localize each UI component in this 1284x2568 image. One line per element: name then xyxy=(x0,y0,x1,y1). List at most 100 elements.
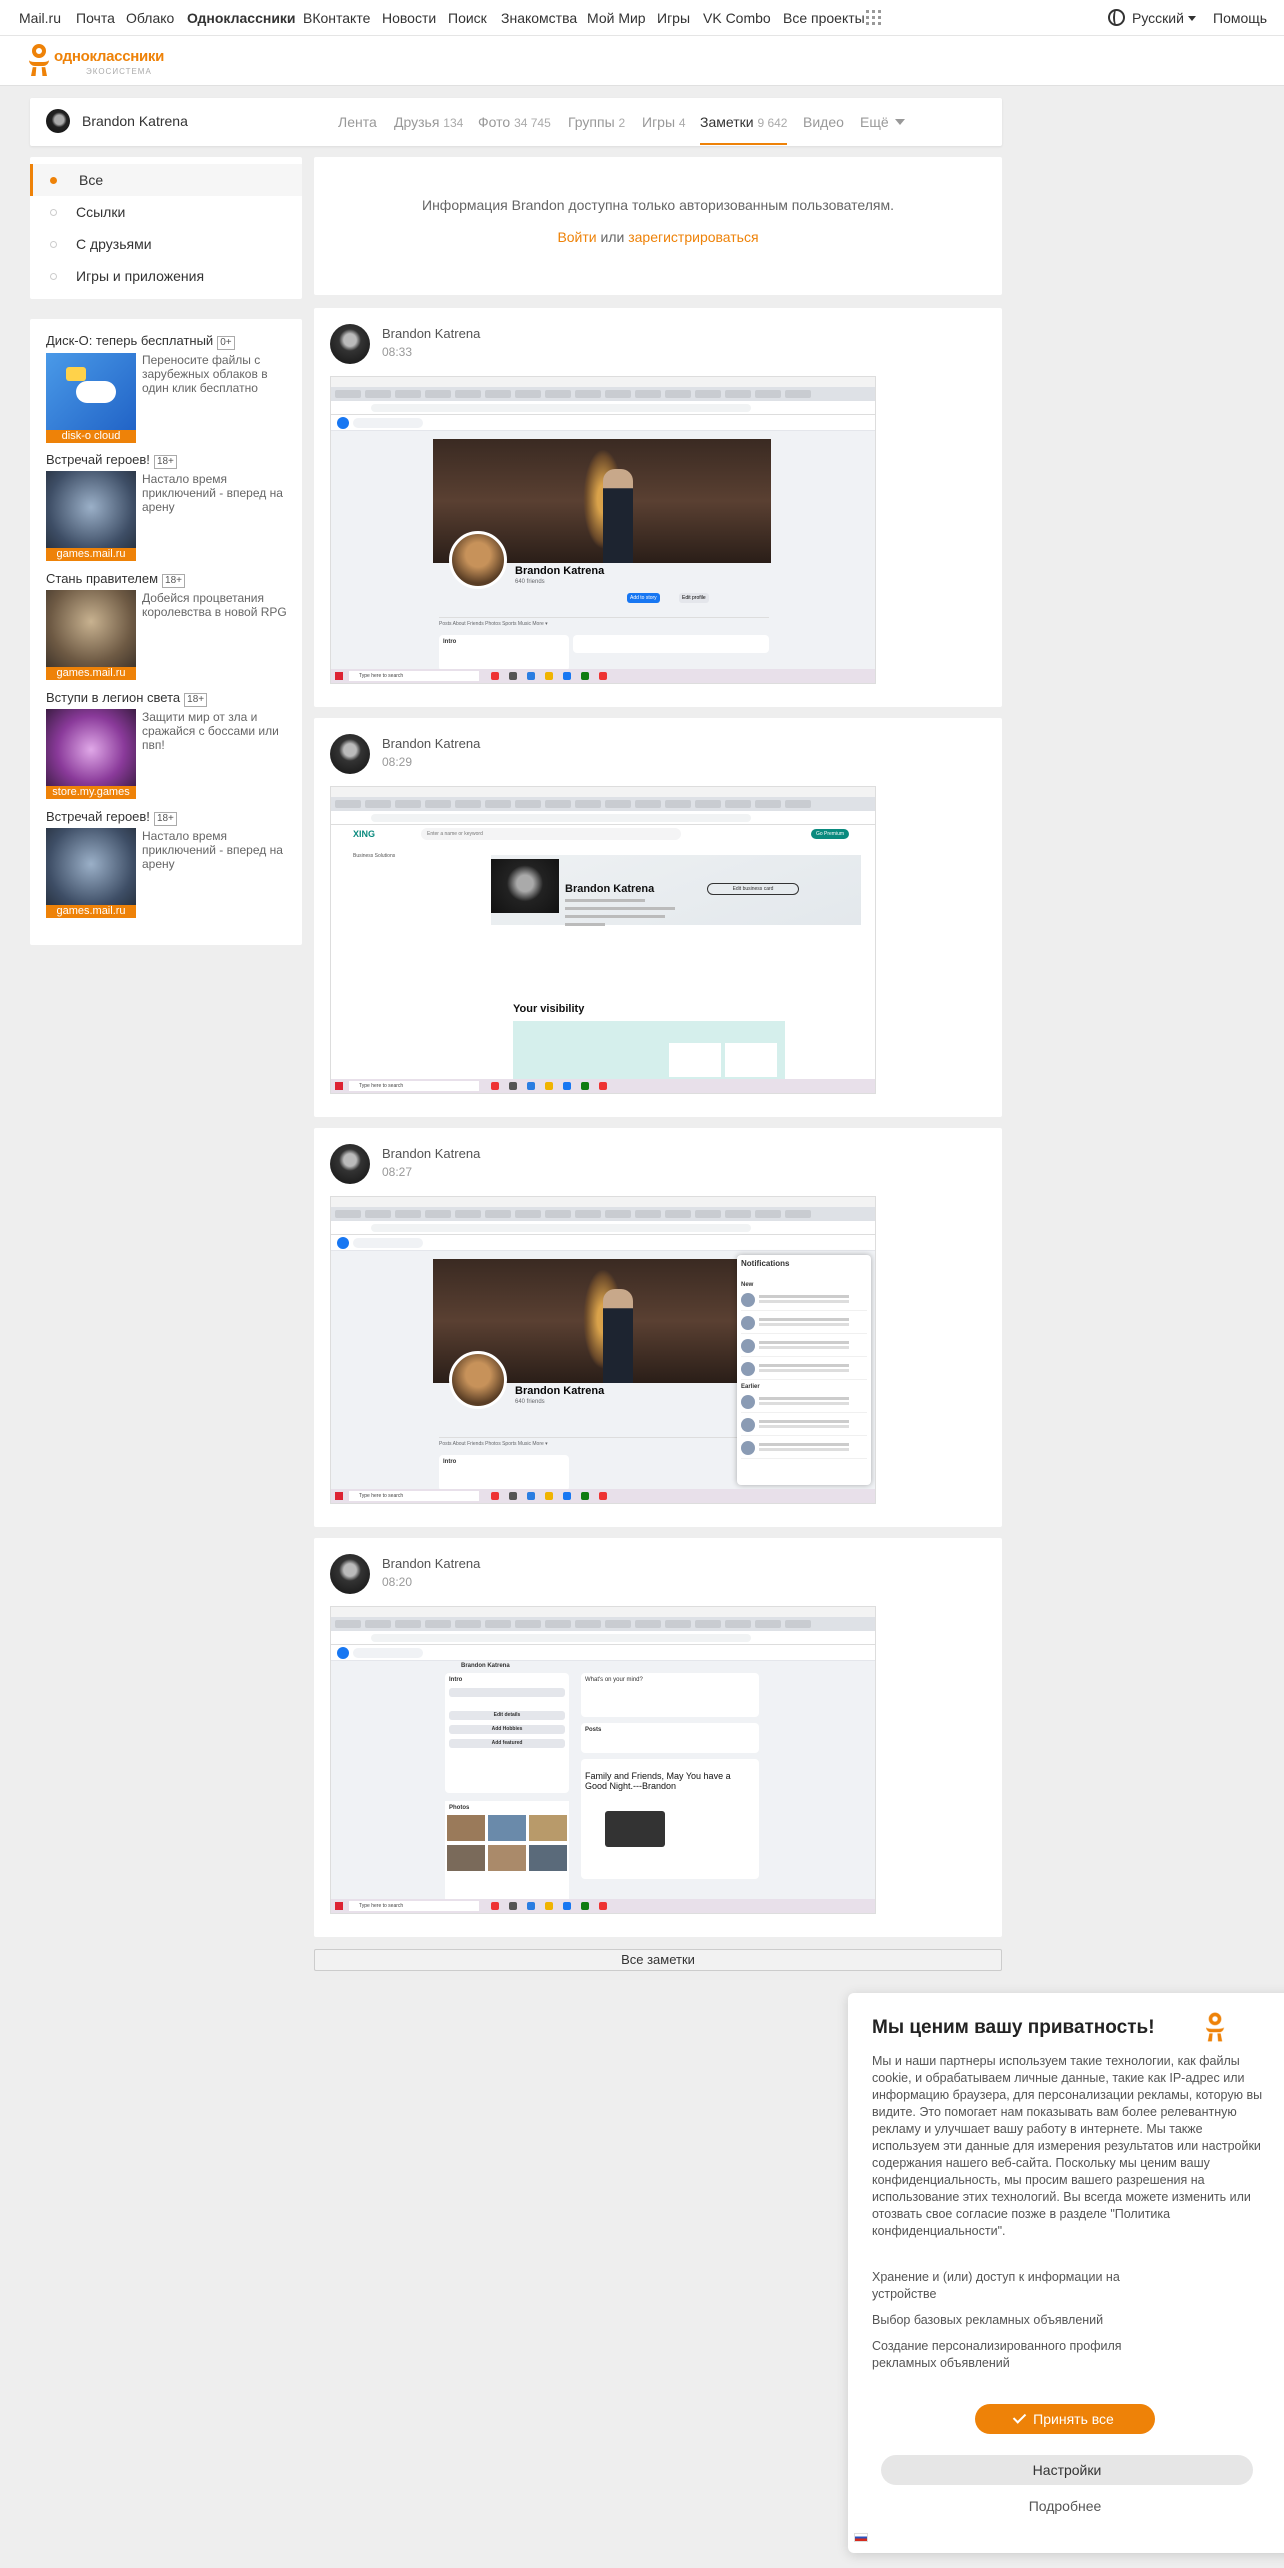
filter-with-friends[interactable]: С друзьями xyxy=(30,228,302,260)
logo-subtitle: экосистема xyxy=(86,67,152,76)
settings-button[interactable]: Настройки xyxy=(881,2455,1253,2485)
topnav-poisk[interactable]: Поиск xyxy=(448,10,487,26)
language-selector[interactable]: Русский xyxy=(1132,10,1196,26)
post-author[interactable]: Brandon Katrena xyxy=(382,1146,480,1161)
browser-urlbar xyxy=(331,1221,875,1235)
filter-all[interactable]: Все xyxy=(30,164,302,196)
ad-title-text: Вступи в легион света xyxy=(46,690,181,705)
profile-name[interactable]: Brandon Katrena xyxy=(82,113,188,129)
shot-photos-box: Photos xyxy=(445,1801,569,1901)
ad-label: disk-o cloud xyxy=(46,430,136,443)
avatar[interactable] xyxy=(330,324,370,364)
register-link[interactable]: зарегистрироваться xyxy=(628,229,758,245)
accept-all-button[interactable]: Принять все xyxy=(975,2404,1155,2434)
cloud-logo-icon xyxy=(66,367,86,381)
xing-side-link: Business Solutions xyxy=(353,853,396,859)
post-author[interactable]: Brandon Katrena xyxy=(382,1556,480,1571)
browser-tabs xyxy=(331,1617,875,1631)
windows-taskbar: Type here to search xyxy=(331,1079,875,1093)
browser-tabs xyxy=(331,387,875,401)
ad-image[interactable]: store.my.games xyxy=(46,709,136,799)
post-screenshot-image[interactable]: Brandon Katrena Intro Edit details Add H… xyxy=(330,1606,876,1914)
ad-title[interactable]: Вступи в легион света 18+ xyxy=(46,690,208,707)
topnav-vkontakte[interactable]: ВКонтакте xyxy=(303,10,370,26)
avatar[interactable] xyxy=(330,734,370,774)
avatar[interactable] xyxy=(330,1144,370,1184)
ad-text[interactable]: Переносите файлы с зарубежных облаков в … xyxy=(142,353,292,395)
topnav-mailru[interactable]: Mail.ru xyxy=(19,10,61,26)
ad-text[interactable]: Добейся процветания королевства в новой … xyxy=(142,591,292,619)
tab-games[interactable]: Игры 4 xyxy=(642,114,686,130)
post-author[interactable]: Brandon Katrena xyxy=(382,326,480,341)
filter-games-apps[interactable]: Игры и приложения xyxy=(30,260,302,292)
facebook-icon xyxy=(337,417,349,429)
post-screenshot-image[interactable]: XING Enter a name or keyword Go Premium … xyxy=(330,786,876,1094)
tab-groups[interactable]: Группы 2 xyxy=(568,114,625,130)
ad-title[interactable]: Встречай героев! 18+ xyxy=(46,809,177,826)
tab-video[interactable]: Видео xyxy=(803,114,844,130)
shot-profile-tabs: Posts About Friends Photos Sports Music … xyxy=(439,617,769,629)
ad-title[interactable]: Стань правителем 18+ xyxy=(46,571,185,588)
topnav-all-projects[interactable]: Все проекты xyxy=(783,10,865,26)
tab-notes[interactable]: Заметки 9 642 xyxy=(700,114,788,145)
filter-links[interactable]: Ссылки xyxy=(30,196,302,228)
globe-icon xyxy=(1108,9,1125,26)
tab-photos[interactable]: Фото 34 745 xyxy=(478,114,551,130)
topnav-igry[interactable]: Игры xyxy=(657,10,690,26)
login-link[interactable]: Войти xyxy=(557,229,596,245)
ad-image[interactable]: games.mail.ru xyxy=(46,828,136,918)
age-badge: 18+ xyxy=(184,693,208,707)
topnav-novosti[interactable]: Новости xyxy=(382,10,436,26)
shot-posts-title: Posts xyxy=(585,1727,602,1733)
tab-count: 9 642 xyxy=(757,116,788,130)
ad-text[interactable]: Настало время приключений - вперед на ар… xyxy=(142,472,292,514)
ad-title-text: Встречай героев! xyxy=(46,452,150,467)
filter-label: Все xyxy=(79,172,104,188)
ad-title[interactable]: Встречай героев! 18+ xyxy=(46,452,177,469)
shot-edit-profile-button: Edit profile xyxy=(679,593,709,603)
tab-more[interactable]: Ещё xyxy=(860,114,905,130)
apps-grid-icon[interactable] xyxy=(866,10,881,25)
note-post: Brandon Katrena 08:27 Brandon Katrena 64… xyxy=(314,1128,1002,1527)
accept-all-label: Принять все xyxy=(1033,2411,1114,2427)
radio-dot-icon xyxy=(50,209,57,216)
age-badge: 18+ xyxy=(153,812,177,826)
topnav-moy-mir[interactable]: Мой Мир xyxy=(587,10,646,26)
logo-text[interactable]: одноклассники xyxy=(54,48,164,65)
more-info-link[interactable]: Подробнее xyxy=(848,2498,1282,2514)
ad-title[interactable]: Диск-О: теперь бесплатный 0+ xyxy=(46,333,235,350)
topnav-odnoklassniki[interactable]: Одноклассники xyxy=(187,10,296,26)
post-screenshot-image[interactable]: Brandon Katrena 640 friends Add to story… xyxy=(330,376,876,684)
topnav-oblako[interactable]: Облако xyxy=(126,10,174,26)
topnav-vk-combo[interactable]: VK Combo xyxy=(703,10,771,26)
shot-friends-count: 640 friends xyxy=(515,579,545,585)
tab-count: 2 xyxy=(618,116,626,130)
all-notes-button[interactable]: Все заметки xyxy=(314,1949,1002,1971)
ad-image[interactable]: games.mail.ru xyxy=(46,590,136,680)
shot-add-featured: Add featured xyxy=(449,1739,565,1748)
tab-lenta[interactable]: Лента xyxy=(338,114,377,130)
post-screenshot-image[interactable]: Brandon Katrena 640 friends Posts About … xyxy=(330,1196,876,1504)
avatar[interactable] xyxy=(46,109,70,133)
tab-label: Группы xyxy=(568,114,615,130)
shot-add-story-button: Add to story xyxy=(627,593,660,603)
post-author[interactable]: Brandon Katrena xyxy=(382,736,480,751)
tab-friends[interactable]: Друзья 134 xyxy=(394,114,463,130)
shot-notifications-title: Notifications xyxy=(741,1259,790,1268)
ad-image[interactable]: disk-o cloud xyxy=(46,353,136,443)
windows-taskbar: Type here to search xyxy=(331,1489,875,1503)
windows-start-icon xyxy=(335,672,343,680)
browser-menubar xyxy=(331,1197,875,1207)
ok-logo-icon[interactable] xyxy=(28,44,50,76)
ad-image[interactable]: games.mail.ru xyxy=(46,471,136,561)
help-link[interactable]: Помощь xyxy=(1213,10,1267,26)
topnav-pochta[interactable]: Почта xyxy=(76,10,115,26)
profile-photo xyxy=(449,531,507,589)
ad-text[interactable]: Защити мир от зла и сражайся с боссами и… xyxy=(142,710,292,752)
topnav-znakomstva[interactable]: Знакомства xyxy=(501,10,577,26)
tab-label: Заметки xyxy=(700,114,754,130)
facebook-navbar xyxy=(331,1645,875,1661)
avatar[interactable] xyxy=(330,1554,370,1594)
facebook-navbar xyxy=(331,415,875,431)
ad-text[interactable]: Настало время приключений - вперед на ар… xyxy=(142,829,292,871)
